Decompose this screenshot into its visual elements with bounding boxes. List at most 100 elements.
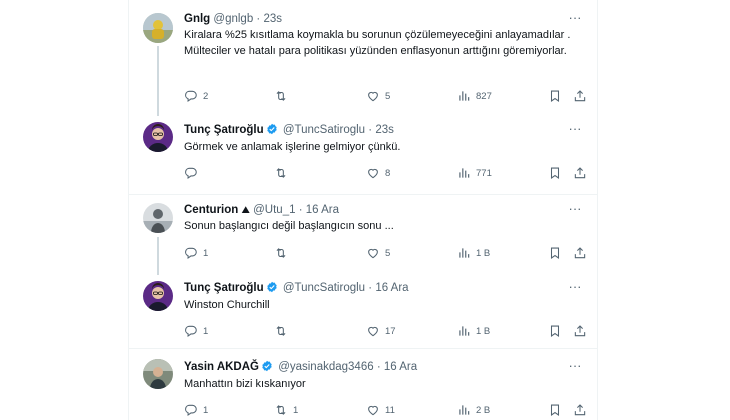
author-handle[interactable]: @yasinakdag3466 [278,361,373,373]
share-button[interactable] [573,88,587,104]
like-button[interactable]: 11 [366,402,395,418]
author-handle[interactable]: @TuncSatiroglu [283,124,365,136]
tweet-text: Görmek ve anlamak işlerine gelmiyor çünk… [184,141,401,153]
reply-count: 1 [203,325,209,337]
bookmark-icon [548,403,562,417]
avatar[interactable] [143,122,173,152]
verified-badge-icon [261,360,273,372]
author-handle[interactable]: @gnlgb [213,13,253,25]
thread-connector-line [157,237,159,275]
tweet-tunc-satiroglu-reply[interactable]: Tunç Şatıroğlu @TuncSatiroglu · 16 Ara ·… [129,271,597,349]
view-count: 1 B [476,247,491,259]
share-button[interactable] [573,323,587,339]
timestamp[interactable]: 16 Ara [306,204,339,216]
tweet-centurion[interactable]: Centurion ⛰ @Utu_1 · 16 Ara ··· Sonun ba… [129,195,598,275]
views-button[interactable]: 2 B [457,402,490,418]
tweet-text: Kiralara %25 kısıtlama koymakla bu sorun… [184,29,571,57]
like-count: 8 [385,167,391,179]
tweet-actions: 1 5 1 B [184,245,584,261]
timestamp[interactable]: 16 Ara [384,361,417,373]
share-icon [573,89,587,103]
view-count: 827 [476,90,492,102]
reply-button[interactable]: 2 [184,88,208,104]
more-options-icon[interactable]: ··· [567,202,583,220]
like-button[interactable]: 17 [366,323,396,339]
author-name[interactable]: Tunç Şatıroğlu [184,124,264,136]
author-name[interactable]: Yasin AKDAĞ [184,361,259,373]
view-count: 1 B [476,325,491,337]
tweet-header: Centurion ⛰ @Utu_1 · 16 Ara [184,202,559,218]
share-icon [573,324,587,338]
share-button[interactable] [573,402,587,418]
reply-button[interactable]: 1 [184,402,208,418]
retweet-button[interactable] [274,323,293,339]
bookmark-icon [548,324,562,338]
share-icon [573,166,587,180]
retweet-button[interactable] [274,165,293,181]
reply-button[interactable]: 1 [184,245,208,261]
author-name[interactable]: Centurion [184,204,238,216]
more-options-icon[interactable]: ··· [567,359,583,377]
views-button[interactable]: 1 B [457,245,490,261]
share-button[interactable] [573,165,587,181]
share-button[interactable] [573,245,587,261]
bookmark-button[interactable] [548,323,562,339]
retweet-button[interactable] [274,245,293,261]
like-count: 5 [385,90,391,102]
reply-icon [184,403,198,417]
bookmark-button[interactable] [548,165,562,181]
bookmark-button[interactable] [548,88,562,104]
retweet-button[interactable]: 1 [274,402,298,418]
views-button[interactable]: 827 [457,88,492,104]
views-chart-icon [457,89,471,103]
bookmark-button[interactable] [548,245,562,261]
retweet-count: 1 [293,404,299,416]
timestamp[interactable]: 16 Ara [375,282,408,294]
author-name[interactable]: Tunç Şatıroğlu [184,282,264,294]
bookmark-icon [548,166,562,180]
avatar[interactable] [143,359,173,389]
more-options-icon[interactable]: ··· [567,11,583,29]
reply-button[interactable]: 1 [184,323,208,339]
reply-icon [184,166,198,180]
tweet-header: Gnlg @gnlgb · 23s [184,11,559,27]
author-handle[interactable]: @Utu_1 [253,204,295,216]
views-chart-icon [457,166,471,180]
reply-icon [184,89,198,103]
avatar[interactable] [143,13,173,43]
retweet-icon [274,246,288,260]
more-options-icon[interactable]: ··· [567,122,583,140]
more-options-icon[interactable]: ··· [567,280,583,298]
like-count: 11 [385,404,395,416]
tweet-text: Sonun başlangıcı değil başlangıcın sonu … [184,220,394,232]
like-count: 5 [385,247,391,259]
tweet-gnlg[interactable]: Gnlg @gnlgb · 23s ··· Kiralara %25 kısıt… [129,0,598,116]
heart-icon [366,89,380,103]
bookmark-icon [548,246,562,260]
tweet-tunc-satiroglu[interactable]: Tunç Şatıroğlu @TuncSatiroglu · 23s ··· … [129,112,597,195]
tweet-actions: 1 17 1 B [184,323,584,339]
timestamp[interactable]: 23s [375,124,394,136]
views-button[interactable]: 1 B [457,323,490,339]
separator-dot: · [368,124,373,136]
retweet-button[interactable] [274,88,293,104]
views-button[interactable]: 771 [457,165,492,181]
heart-icon [366,166,380,180]
reply-count: 1 [203,247,209,259]
like-button[interactable]: 5 [366,88,390,104]
reply-button[interactable] [184,165,203,181]
retweet-icon [274,166,288,180]
author-handle[interactable]: @TuncSatiroglu [283,282,365,294]
like-button[interactable]: 5 [366,245,390,261]
tweet-yasin-akdag[interactable]: Yasin AKDAĞ @yasinakdag3466 · 16 Ara ···… [129,349,598,420]
timestamp[interactable]: 23s [263,13,282,25]
author-name[interactable]: Gnlg [184,13,210,25]
tweet-header: Tunç Şatıroğlu @TuncSatiroglu · 23s [184,122,559,138]
tweet-text: Winston Churchill [184,299,270,311]
separator-dot: · [368,282,373,294]
bookmark-button[interactable] [548,402,562,418]
avatar[interactable] [143,203,173,233]
verified-badge-icon [266,281,278,293]
avatar[interactable] [143,281,173,311]
like-button[interactable]: 8 [366,165,390,181]
